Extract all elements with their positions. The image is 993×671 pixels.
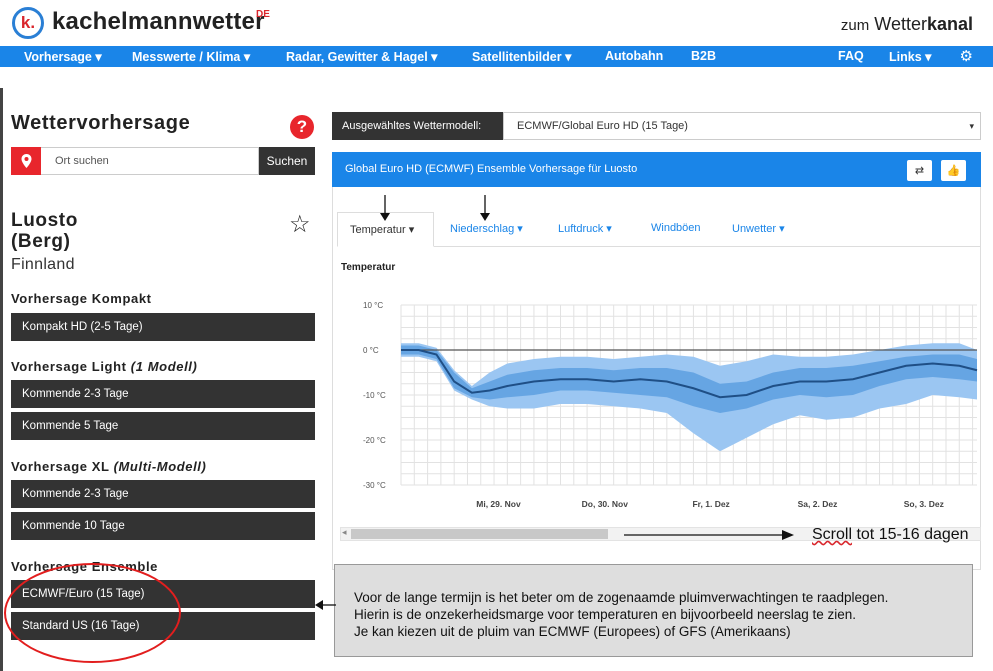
x-tick-label: Mi, 29. Nov <box>476 499 521 509</box>
location-line1: Luosto <box>11 210 78 231</box>
section-label: Vorhersage Kompakt <box>11 291 152 306</box>
y-tick-label: 0 °C <box>363 346 379 355</box>
model-label: Ausgewähltes Wettermodell: <box>332 112 503 140</box>
section-label-italic: (1 Modell) <box>130 359 198 374</box>
note-line-2: Hierin is de onzekerheidsmarge voor temp… <box>354 607 857 622</box>
arrow-head <box>380 213 390 221</box>
nav-item-faq[interactable]: FAQ <box>838 49 864 63</box>
site-header: k. kachelmannwetter DE zum Wetterkanal <box>0 0 993 46</box>
wetterkanal-link[interactable]: zum Wetterkanal <box>841 14 973 35</box>
help-icon[interactable]: ? <box>290 115 314 139</box>
annotation-note: Voor de lange termijn is het beter om de… <box>334 564 973 657</box>
brand-sup: DE <box>256 9 270 20</box>
swap-icon[interactable]: ⇄ <box>907 160 932 181</box>
nav-item-vorhersage[interactable]: Vorhersage ▾ <box>24 49 102 64</box>
section-label: Vorhersage XL <box>11 459 114 474</box>
main-nav: Vorhersage ▾ Messwerte / Klima ▾ Radar, … <box>0 46 993 67</box>
wetterkanal-mid: Wetter <box>874 14 927 34</box>
location-pin-icon[interactable] <box>11 147 41 175</box>
highlight-ellipse <box>4 563 181 663</box>
section-kompakt: Vorhersage Kompakt <box>11 291 152 306</box>
x-tick-label: Do, 30. Nov <box>582 499 629 509</box>
forecast-bar-title: Global Euro HD (ECMWF) Ensemble Vorhersa… <box>345 163 638 175</box>
brand-name[interactable]: kachelmannwetter <box>52 8 265 36</box>
search-input[interactable] <box>41 147 259 175</box>
nav-item-links[interactable]: Links ▾ <box>889 49 931 64</box>
chart-title: Temperatur <box>341 262 396 273</box>
arrow-head <box>782 530 794 540</box>
wetterkanal-bold: kanal <box>926 14 973 34</box>
scroll-note-rest: tot 15-16 dagen <box>852 526 969 543</box>
section-light: Vorhersage Light (1 Modell) <box>11 359 197 374</box>
scroll-arrow-annotation <box>624 530 794 540</box>
page-root: k. kachelmannwetter DE zum Wetterkanal V… <box>0 0 993 671</box>
location-name: Luosto (Berg) <box>11 210 78 252</box>
search-button[interactable]: Suchen <box>259 147 315 175</box>
x-tick-label: So, 3. Dez <box>904 499 944 509</box>
page-title: Wettervorhersage <box>11 112 191 134</box>
section-label-italic: (Multi-Modell) <box>113 459 207 474</box>
location-line2: (Berg) <box>11 231 71 252</box>
scroll-left-icon[interactable]: ◂ <box>342 527 347 538</box>
tab-label: Temperatur ▾ <box>350 224 415 236</box>
wetterkanal-prefix: zum <box>840 17 870 34</box>
tab-arrows <box>380 195 490 221</box>
note-line-1: Voor de lange termijn is het beter om de… <box>354 590 889 605</box>
button-xl-2-3[interactable]: Kommende 2-3 Tage <box>11 480 315 508</box>
chevron-down-icon: ▾ <box>969 121 974 131</box>
nav-item-autobahn[interactable]: Autobahn <box>605 49 663 63</box>
forecast-bar: Global Euro HD (ECMWF) Ensemble Vorhersa… <box>332 152 981 187</box>
x-tick-label: Sa, 2. Dez <box>798 499 838 509</box>
nav-item-satellitenbilder[interactable]: Satellitenbilder ▾ <box>472 49 571 64</box>
model-select[interactable]: ECMWF/Global Euro HD (15 Tage) ▾ <box>503 112 981 140</box>
temperature-chart: 10 °C 0 °C -10 °C -20 °C -30 °C Mi, 29. Nov Do… <box>363 301 978 509</box>
button-light-5[interactable]: Kommende 5 Tage <box>11 412 315 440</box>
left-border <box>0 88 3 671</box>
model-selected-value: ECMWF/Global Euro HD (15 Tage) <box>517 120 688 132</box>
arrow-head <box>480 213 490 221</box>
pin-svg <box>21 154 31 168</box>
y-tick-label: 10 °C <box>363 301 383 310</box>
logo-icon[interactable]: k. <box>12 7 44 39</box>
y-tick-label: -10 °C <box>363 391 386 400</box>
button-light-2-3[interactable]: Kommende 2-3 Tage <box>11 380 315 408</box>
nav-item-messwerte[interactable]: Messwerte / Klima ▾ <box>132 49 250 64</box>
button-xl-10[interactable]: Kommende 10 Tage <box>11 512 315 540</box>
nav-item-radar[interactable]: Radar, Gewitter & Hagel ▾ <box>286 49 437 64</box>
y-tick-label: -30 °C <box>363 481 386 490</box>
tab-unwetter[interactable]: Unwetter ▾ <box>732 222 785 235</box>
scroll-note-underlined: Scroll <box>812 526 853 543</box>
arrow-head <box>315 600 323 610</box>
thumbs-up-icon[interactable]: 👍 <box>941 160 966 181</box>
favorite-star-icon[interactable]: ☆ <box>289 210 311 239</box>
gear-icon[interactable]: ⚙ <box>960 47 973 65</box>
location-country: Finnland <box>11 256 75 273</box>
note-arrow <box>315 600 336 610</box>
section-label: Vorhersage Light <box>11 359 131 374</box>
note-line-3: Je kan kiezen uit de pluim van ECMWF (Eu… <box>354 624 791 639</box>
button-kompakt-hd[interactable]: Kompakt HD (2-5 Tage) <box>11 313 315 341</box>
y-tick-label: -20 °C <box>363 436 386 445</box>
x-tick-label: Fr, 1. Dez <box>692 499 729 509</box>
scroll-note: Scroll tot 15-16 dagen <box>812 526 969 544</box>
tab-luftdruck[interactable]: Luftdruck ▾ <box>558 222 612 235</box>
chart-scroll-thumb[interactable] <box>351 529 608 539</box>
logo-letter: k. <box>20 13 36 32</box>
tab-niederschlag[interactable]: Niederschlag ▾ <box>450 222 523 235</box>
tab-windboeen[interactable]: Windböen <box>651 222 701 234</box>
nav-item-b2b[interactable]: B2B <box>691 49 716 63</box>
section-xl: Vorhersage XL (Multi-Modell) <box>11 459 206 474</box>
